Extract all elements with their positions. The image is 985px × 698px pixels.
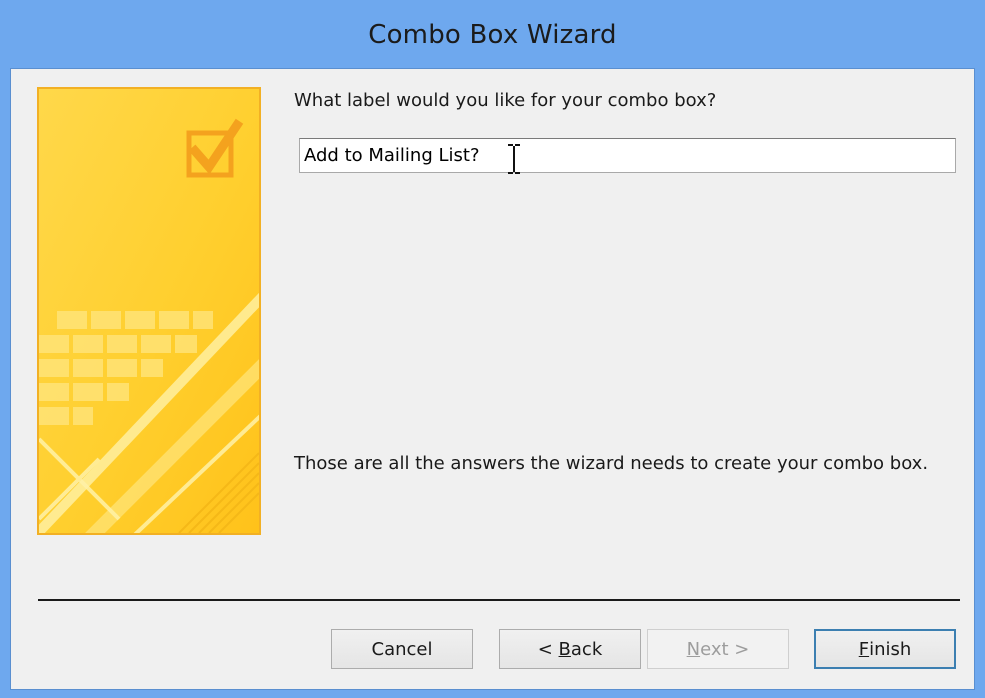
back-button[interactable]: < Back bbox=[499, 629, 641, 669]
wizard-client-area: What label would you like for your combo… bbox=[10, 68, 975, 690]
next-button[interactable]: Next > bbox=[647, 629, 789, 669]
finish-button[interactable]: Finish bbox=[814, 629, 956, 669]
back-button-accelerator: B bbox=[558, 638, 571, 660]
finish-button-rest: inish bbox=[869, 638, 912, 660]
finish-button-accelerator: F bbox=[858, 638, 870, 660]
wizard-window: Combo Box Wizard What label would you li… bbox=[0, 0, 985, 698]
back-button-rest: ack bbox=[570, 638, 603, 660]
text-ibeam-cursor-icon bbox=[508, 144, 520, 174]
wizard-art-svg bbox=[39, 89, 259, 533]
cancel-button[interactable]: Cancel bbox=[331, 629, 473, 669]
window-title: Combo Box Wizard bbox=[368, 20, 617, 50]
next-button-rest: ext > bbox=[700, 638, 750, 660]
cancel-button-label: Cancel bbox=[371, 638, 433, 660]
label-prompt: What label would you like for your combo… bbox=[294, 90, 717, 111]
next-button-accelerator: N bbox=[686, 638, 701, 660]
back-button-prefix: < bbox=[537, 638, 559, 660]
info-text: Those are all the answers the wizard nee… bbox=[294, 453, 929, 474]
wizard-illustration bbox=[37, 87, 261, 535]
combo-label-input[interactable] bbox=[299, 138, 956, 173]
separator-line bbox=[38, 599, 960, 601]
